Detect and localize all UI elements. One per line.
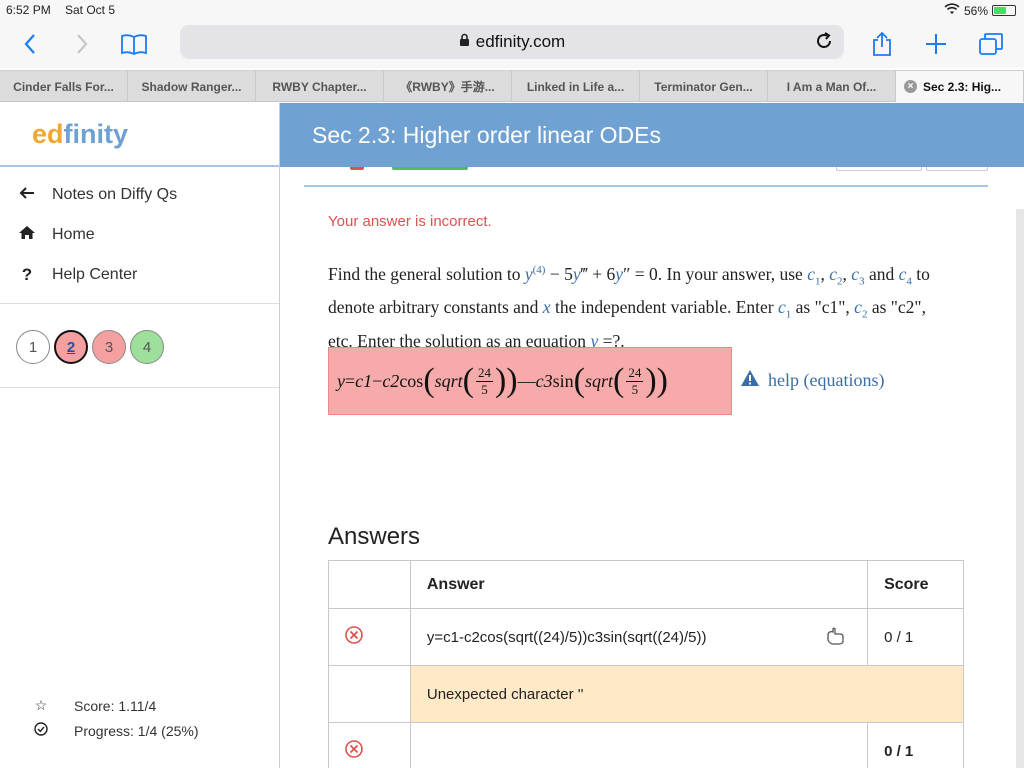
sidebar-item-label: Help Center: [52, 266, 138, 283]
status-date: Sat Oct 5: [65, 3, 116, 17]
table-header-score: Score: [867, 560, 964, 609]
score-text: Score: 1.11/4: [74, 697, 157, 714]
error-message-row: Unexpected character '': [328, 665, 965, 723]
browser-tab[interactable]: I Am a Man Of...: [768, 71, 896, 102]
copy-to-input-icon[interactable]: [825, 627, 845, 649]
book-icon: [121, 34, 147, 55]
question-text: Find the general solution to y(4) − 5y‴ …: [328, 263, 930, 351]
answer-cell: y=c1-c2cos(sqrt((24)/5))c3sin(sqrt((24)/…: [409, 608, 869, 666]
share-icon: [873, 31, 891, 56]
partial-element: [392, 167, 468, 170]
table-row: y=c1-c2cos(sqrt((24)/5))c3sin(sqrt((24)/…: [328, 608, 964, 666]
main-content: Your answer is incorrect. Find the gener…: [280, 167, 1024, 768]
divider: [304, 185, 988, 187]
tab-strip: Cinder Falls For... Shadow Ranger... RWB…: [0, 70, 1024, 102]
sidebar-item-home[interactable]: Home: [0, 215, 279, 255]
tabs-icon: [979, 33, 1003, 55]
sidebar: ed finity Notes on Diffy Qs Home ? Help C…: [0, 103, 280, 768]
url-text: edfinity.com: [475, 32, 566, 51]
table-row: 0 / 1: [328, 722, 964, 768]
page-header: Sec 2.3: Higher order linear ODEs: [280, 103, 1024, 167]
progress-row: Progress: 1/4 (25%): [32, 718, 199, 743]
score-row: ☆ Score: 1.11/4: [32, 693, 199, 718]
answers-heading: Answers: [328, 523, 421, 550]
close-tab-icon[interactable]: ×: [904, 80, 917, 93]
star-icon: ☆: [34, 697, 48, 713]
question-navigator: 1 2 3 4: [0, 304, 279, 388]
error-message: Unexpected character '': [409, 665, 965, 723]
answer-text: y=c1-c2cos(sqrt((24)/5))c3sin(sqrt((24)/…: [426, 628, 707, 646]
question-3-button[interactable]: 3: [92, 330, 126, 364]
browser-tab[interactable]: Shadow Ranger...: [128, 71, 256, 102]
chevron-right-icon: [77, 34, 88, 54]
partial-element: [350, 167, 364, 170]
lock-icon: [459, 32, 470, 52]
browser-tab[interactable]: 《RWBY》手游...: [384, 71, 512, 102]
arrow-left-icon: [18, 185, 36, 205]
status-right: 56%: [944, 3, 1016, 18]
table-header-status: [328, 560, 411, 609]
answer-cell: [409, 722, 869, 768]
status-time: 6:52 PM: [6, 3, 51, 17]
answers-table: Answer Score y=c1-c2cos(sqrt((24)/5))c3s…: [328, 560, 965, 768]
battery-percent: 56%: [963, 3, 988, 18]
logo-part-finity: finity: [63, 118, 129, 149]
reload-icon[interactable]: [814, 31, 834, 56]
score-cell: 0 / 1: [867, 608, 964, 666]
score-cell: 0 / 1: [867, 722, 964, 768]
feedback-message: Your answer is incorrect.: [328, 213, 492, 230]
partial-element: [836, 167, 922, 171]
help-label: help (equations): [768, 370, 885, 390]
address-bar[interactable]: edfinity.com: [180, 25, 844, 59]
browser-tab[interactable]: Terminator Gen...: [640, 71, 768, 102]
forward-button[interactable]: [66, 28, 98, 60]
wifi-icon: [944, 3, 960, 18]
scrollbar[interactable]: [1016, 209, 1024, 768]
help-equations-link[interactable]: help (equations): [740, 369, 884, 392]
table-header-row: Answer Score: [328, 560, 964, 609]
question-1-button[interactable]: 1: [16, 330, 50, 364]
question-icon: ?: [21, 265, 33, 284]
battery-icon: [992, 5, 1016, 16]
bookmarks-button[interactable]: [118, 28, 150, 60]
progress-text: Progress: 1/4 (25%): [74, 722, 199, 739]
check-circle-icon: [32, 722, 50, 739]
home-icon: [18, 225, 36, 245]
question-2-button[interactable]: 2: [54, 330, 88, 364]
sidebar-item-notes[interactable]: Notes on Diffy Qs: [0, 175, 279, 215]
browser-tab[interactable]: Cinder Falls For...: [0, 71, 128, 102]
sidebar-item-help[interactable]: ? Help Center: [0, 255, 279, 295]
sidebar-nav: Notes on Diffy Qs Home ? Help Center: [0, 167, 279, 304]
sidebar-item-label: Notes on Diffy Qs: [52, 186, 178, 203]
tabs-overview-button[interactable]: [975, 28, 1007, 60]
edfinity-logo[interactable]: ed finity: [0, 103, 279, 167]
active-tab-label: Sec 2.3: Hig...: [923, 79, 1002, 94]
chevron-left-icon: [24, 34, 35, 54]
new-tab-button[interactable]: [920, 28, 952, 60]
empty-cell: [328, 665, 411, 723]
partial-element: [926, 167, 988, 171]
browser-tab-active[interactable]: × Sec 2.3: Hig...: [896, 71, 1024, 102]
question-4-button[interactable]: 4: [130, 330, 164, 364]
error-x-icon: [328, 608, 411, 666]
error-x-icon: [328, 722, 411, 768]
status-bar: 6:52 PM Sat Oct 5 56%: [0, 0, 1024, 20]
browser-toolbar: edfinity.com: [0, 20, 1024, 68]
sidebar-item-label: Home: [52, 226, 95, 243]
plus-icon: [926, 34, 946, 54]
page-title: Sec 2.3: Higher order linear ODEs: [312, 121, 661, 148]
browser-tab[interactable]: Linked in Life a...: [512, 71, 640, 102]
share-button[interactable]: [866, 28, 898, 60]
warning-icon: [740, 369, 760, 392]
answer-input[interactable]: y = c1 − c2 cos(sqrt(24 5)) — c3 sin(sqrt(24 5…: [328, 347, 732, 415]
back-button[interactable]: [14, 28, 46, 60]
sidebar-footer: ☆ Score: 1.11/4 Progress: 1/4 (25%): [32, 693, 199, 743]
table-header-answer: Answer: [409, 560, 869, 609]
logo-part-ed: ed: [32, 118, 64, 149]
browser-tab[interactable]: RWBY Chapter...: [256, 71, 384, 102]
